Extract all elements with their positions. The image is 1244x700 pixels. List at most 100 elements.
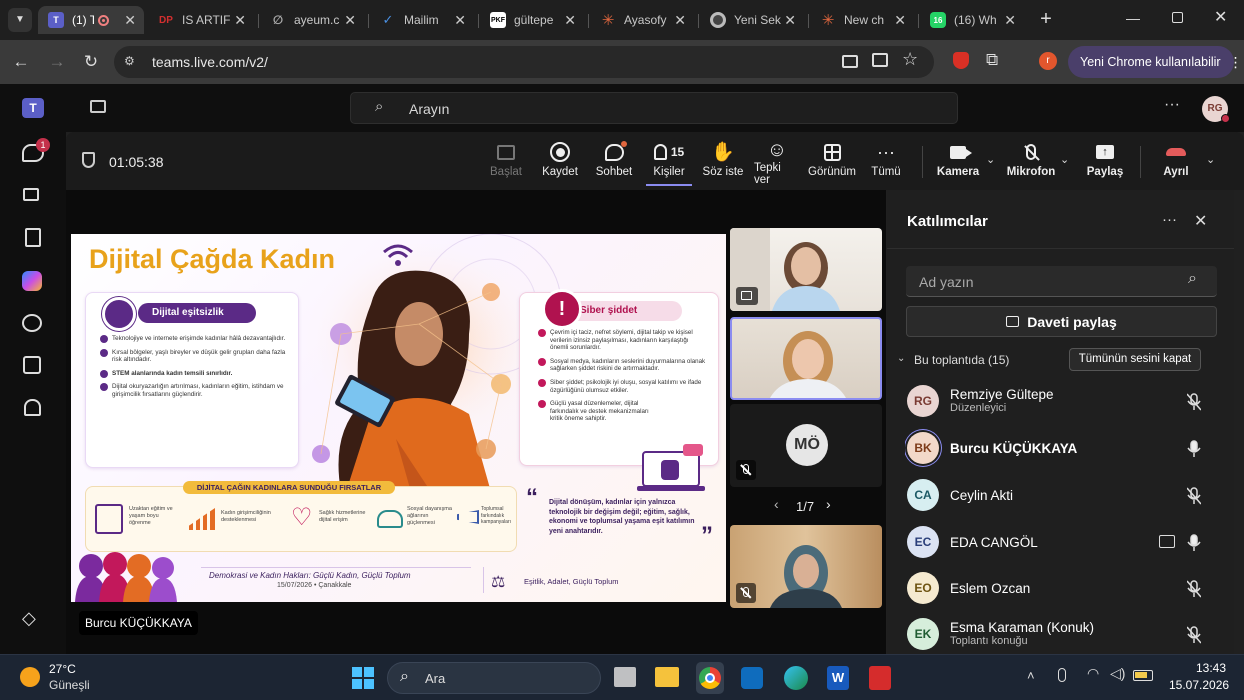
mute-all-button[interactable]: Tümünün sesini kapat [1069,348,1201,371]
browser-tab-4[interactable]: ✓ Mailim ✕ [370,6,474,34]
leave-options-chevron-icon[interactable]: ⌄ [1206,153,1215,166]
participant-row[interactable]: EK Esma Karaman (Konuk) Toplantı konuğu [905,612,1225,650]
tray-mic-icon[interactable] [1058,668,1066,682]
people-button[interactable]: 15 Kişiler [646,138,692,186]
contacts-icon[interactable] [25,228,41,247]
activity-bell-icon[interactable] [24,399,41,416]
volume-icon[interactable]: ◁) [1110,665,1125,682]
cast-icon[interactable] [872,53,888,67]
more-options-icon[interactable]: ··· [1164,96,1180,114]
tray-chevron-icon[interactable]: ˄ [1027,668,1035,683]
communities-icon[interactable] [22,314,42,332]
chat-toolbar-button[interactable]: Sohbet [594,138,634,186]
address-bar[interactable]: ⚙ teams.live.com/v2/ [114,46,934,78]
participant-search-input[interactable]: Ad yazın ⌕ [906,266,1217,297]
close-tab-icon[interactable]: ✕ [674,12,686,29]
new-chrome-button[interactable]: Yeni Chrome kullanılabilir ⋮ [1068,46,1243,78]
section-chevron-icon[interactable]: ⌄ [897,353,905,364]
gallery-next-icon[interactable]: › [826,496,831,512]
reload-button[interactable]: ↻ [80,51,102,73]
participant-row[interactable]: CA Ceylin Akti [905,473,1225,517]
close-tab-icon[interactable]: ✕ [344,12,356,29]
sidebar-toggle-icon[interactable] [90,100,106,113]
video-tile-3[interactable]: MÖ [730,404,882,487]
extension-red-icon[interactable] [953,52,969,69]
edge-taskbar-icon[interactable] [784,666,808,690]
browser-tab-teams[interactable]: T (1) T ✕ [38,6,144,34]
tab-search-button[interactable]: ▼ [8,8,32,32]
browser-tab-6[interactable]: ✳ Ayasofy ✕ [590,6,694,34]
close-tab-icon[interactable]: ✕ [124,12,136,29]
participant-row[interactable]: EO Eslem Ozcan [905,566,1225,610]
restore-button[interactable] [1172,12,1183,23]
view-button[interactable]: Görünüm [808,138,856,186]
browser-tab-7[interactable]: Yeni Sek ✕ [700,6,804,34]
participant-row[interactable]: RG Remziye Gültepe Düzenleyici [905,379,1225,423]
close-tab-icon[interactable]: ✕ [454,12,466,29]
mic-muted-icon[interactable] [1186,626,1202,649]
browser-tab-3[interactable]: ∅ ayeum.c ✕ [260,6,364,34]
teams-search-box[interactable]: ⌕ Arayın [350,92,958,124]
forward-button[interactable]: → [46,51,68,73]
acrobat-taskbar-icon[interactable] [869,666,891,690]
word-taskbar-icon[interactable]: W [827,666,849,690]
clock-date[interactable]: 15.07.2026 [1169,678,1229,692]
wifi-tray-icon[interactable]: ◠ [1087,665,1099,682]
weather-temperature[interactable]: 27°C [49,662,76,676]
meet-icon[interactable] [23,188,39,201]
raise-hand-button[interactable]: ✋ Söz iste [702,138,744,186]
panel-more-icon[interactable]: ··· [1162,211,1177,228]
calendar-icon[interactable] [23,356,41,374]
premium-diamond-icon[interactable]: ◇ [22,608,36,629]
participant-row[interactable]: BK Burcu KÜÇÜKKAYA [905,426,1225,470]
video-tile-1[interactable] [730,228,882,311]
close-tab-icon[interactable]: ✕ [564,12,576,29]
mic-on-icon[interactable] [1187,534,1201,557]
record-button[interactable]: Kaydet [540,138,580,186]
close-window-button[interactable]: ✕ [1214,7,1227,27]
profile-avatar[interactable]: r [1039,52,1057,70]
close-tab-icon[interactable]: ✕ [784,12,796,29]
browser-tab-5[interactable]: PKF gültepe ✕ [480,6,584,34]
camera-button[interactable]: Kamera [937,138,979,186]
clock-time[interactable]: 13:43 [1196,661,1226,675]
copilot-icon[interactable] [22,271,42,291]
mic-muted-icon[interactable] [1186,487,1202,510]
extensions-puzzle-icon[interactable]: ⧉ [986,50,998,70]
file-explorer-icon[interactable] [655,667,679,687]
battery-icon[interactable] [1133,670,1153,681]
start-button[interactable]: Başlat [490,138,522,186]
bookmark-star-icon[interactable]: ☆ [902,49,918,70]
mic-button[interactable]: Mikrofon [1007,138,1055,186]
video-tile-4[interactable] [730,525,882,608]
mic-on-icon[interactable] [1187,440,1201,463]
mic-muted-icon[interactable] [1186,393,1202,416]
task-view-icon[interactable] [614,667,636,687]
mic-options-chevron-icon[interactable]: ⌄ [1060,153,1069,166]
minimize-button[interactable]: — [1126,10,1140,26]
more-button[interactable]: ··· Tümü [870,138,902,186]
site-settings-icon[interactable]: ⚙ [124,54,135,68]
leave-button[interactable]: Ayrıl [1158,138,1194,186]
mail-taskbar-icon[interactable] [741,667,763,689]
chrome-taskbar-icon[interactable] [696,662,724,694]
weather-condition[interactable]: Güneşli [49,678,90,692]
taskbar-search-box[interactable]: ⌕ Ara [387,662,601,694]
participant-row[interactable]: EC EDA CANGÖL [905,520,1225,564]
back-button[interactable]: ← [10,51,32,73]
camera-options-chevron-icon[interactable]: ⌄ [986,153,995,166]
close-tab-icon[interactable]: ✕ [1004,12,1016,29]
video-icon[interactable] [842,55,858,68]
start-windows-icon[interactable] [352,667,374,689]
share-invite-button[interactable]: Daveti paylaş [906,306,1217,337]
close-panel-icon[interactable]: ✕ [1194,211,1207,231]
share-button[interactable]: ↑ Paylaş [1086,138,1124,186]
react-button[interactable]: ☺ Tepki ver [754,138,800,187]
video-tile-2[interactable] [730,317,882,400]
teams-logo-icon[interactable]: T [22,98,44,118]
close-tab-icon[interactable]: ✕ [894,12,906,29]
browser-tab-2[interactable]: DP IS ARTIF ✕ [148,6,254,34]
browser-tab-8[interactable]: ✳ New ch ✕ [810,6,914,34]
browser-tab-9[interactable]: 16 (16) Wh ✕ [920,6,1024,34]
mic-muted-icon[interactable] [1186,580,1202,603]
